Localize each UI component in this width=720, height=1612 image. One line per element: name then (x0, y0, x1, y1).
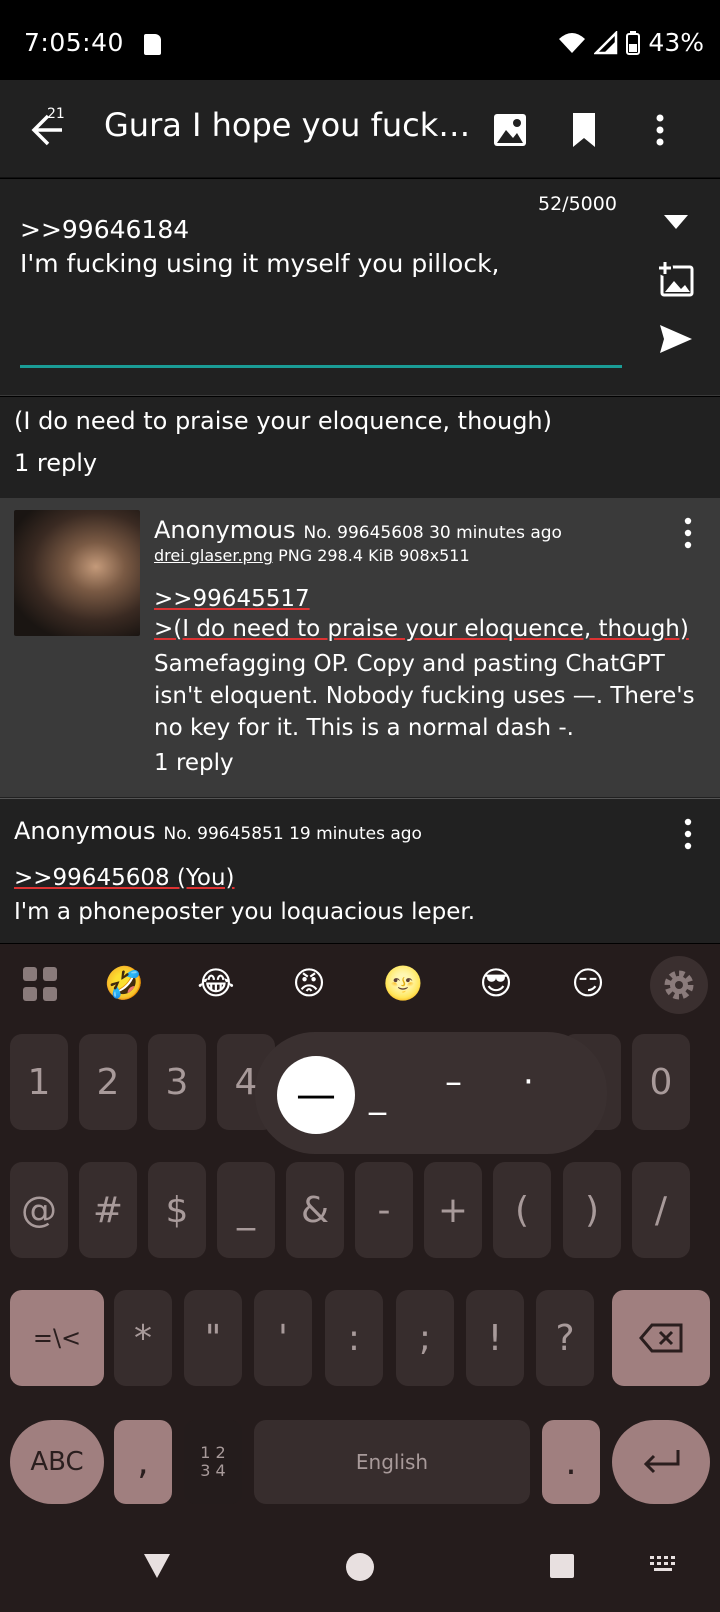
post-meta: No. 99645851 19 minutes ago (163, 824, 422, 844)
post-menu-icon[interactable] (678, 516, 698, 550)
emoji-suggestion[interactable]: 🌝 (381, 964, 425, 1002)
keyboard-settings-button[interactable] (650, 956, 708, 1014)
abc-key[interactable]: ABC (10, 1420, 104, 1504)
numpad-label-bottom: 3 4 (200, 1461, 226, 1480)
sd-card-icon (144, 34, 161, 55)
emoji-suggestion[interactable]: 🤣 (102, 964, 146, 1002)
battery-percent: 43% (648, 28, 704, 57)
quote-link[interactable]: >>99645608 (You) (14, 865, 235, 891)
emoji-suggestion[interactable]: 😡 (287, 964, 331, 1002)
key-open-paren[interactable]: ( (493, 1162, 551, 1258)
file-name-link[interactable]: drei glaser.png (154, 546, 273, 565)
key-2[interactable]: 2 (79, 1034, 137, 1130)
post-reply[interactable]: Anonymous No. 99645851 19 minutes ago >>9… (0, 798, 720, 943)
image-gallery-icon[interactable] (490, 110, 530, 150)
post-op-tail[interactable]: (I do need to praise your eloquence, tho… (0, 397, 720, 497)
key-dollar[interactable]: $ (148, 1162, 206, 1258)
key-period[interactable]: . (542, 1420, 600, 1504)
replies-link[interactable]: 1 reply (154, 750, 234, 776)
key-semicolon[interactable]: ; (396, 1290, 454, 1386)
gear-icon (664, 970, 694, 1000)
keyboard-switcher-icon[interactable] (650, 1556, 676, 1574)
post-thumbnail[interactable] (14, 510, 140, 636)
grid-menu-icon[interactable] (22, 966, 58, 1002)
key-1[interactable]: 1 (10, 1034, 68, 1130)
emoji-suggestion[interactable]: 😎 (474, 964, 518, 1002)
post-body: Samefagging OP. Copy and pasting ChatGPT… (154, 651, 695, 741)
key-double-quote[interactable]: " (184, 1290, 242, 1386)
key-at[interactable]: @ (10, 1162, 68, 1258)
key-colon[interactable]: : (325, 1290, 383, 1386)
key-exclamation[interactable]: ! (466, 1290, 524, 1386)
enter-key[interactable] (612, 1420, 710, 1504)
key-3[interactable]: 3 (148, 1034, 206, 1130)
file-info: drei glaser.png PNG 298.4 KiB 908x511 (154, 546, 470, 565)
key-slash[interactable]: / (632, 1162, 690, 1258)
post-header: Anonymous No. 99645608 30 minutes ago (154, 516, 562, 544)
post-body: (I do need to praise your eloquence, tho… (14, 407, 552, 435)
middle-dot-option[interactable]: · (523, 1062, 534, 1102)
clock: 7:05:40 (24, 28, 124, 57)
post-menu-icon[interactable] (678, 817, 698, 851)
key-plus[interactable]: + (424, 1162, 482, 1258)
thread-toolbar: 21 Gura I hope you fucki... (0, 80, 720, 178)
quote-link[interactable]: >>99645517 (154, 586, 310, 612)
key-hash[interactable]: # (79, 1162, 137, 1258)
reply-composer: 52/5000 >>99646184 I'm fucking using it … (0, 179, 720, 396)
emoji-suggestion[interactable]: 😏 (566, 964, 610, 1002)
numpad-key[interactable]: 1 2 3 4 (184, 1420, 242, 1504)
enter-icon (643, 1450, 680, 1474)
greentext-quote: >(I do need to praise your eloquence, th… (154, 616, 689, 642)
poster-name: Anonymous (14, 817, 156, 845)
reply-text-input[interactable]: >>99646184 I'm fucking using it myself y… (20, 213, 500, 281)
key-question[interactable]: ? (536, 1290, 594, 1386)
navigation-bar (0, 1522, 720, 1612)
send-icon[interactable] (656, 319, 696, 359)
underscore-option[interactable]: _ (369, 1076, 386, 1116)
backspace-key[interactable] (612, 1290, 710, 1386)
key-single-quote[interactable]: ' (254, 1290, 312, 1386)
unread-badge: 21 (47, 106, 65, 122)
post-list: (I do need to praise your eloquence, tho… (0, 397, 720, 943)
key-ampersand[interactable]: & (286, 1162, 344, 1258)
key-close-paren[interactable]: ) (563, 1162, 621, 1258)
more-symbols-key[interactable]: =\< (10, 1290, 104, 1386)
status-icons: 43% (558, 28, 704, 57)
replies-link[interactable]: 1 reply (14, 449, 97, 477)
overflow-menu-icon[interactable] (640, 110, 680, 150)
emoji-suggestion[interactable]: 😂 (194, 964, 238, 1002)
post-highlighted[interactable]: Anonymous No. 99645608 30 minutes ago dre… (0, 498, 720, 797)
character-counter: 52/5000 (538, 193, 617, 215)
numpad-label-top: 1 2 (200, 1443, 226, 1462)
post-body: I'm a phoneposter you loquacious leper. (14, 899, 476, 925)
attach-image-icon[interactable] (656, 259, 696, 299)
key-underscore[interactable]: _ (217, 1162, 275, 1258)
nav-home-icon[interactable] (344, 1551, 376, 1583)
status-bar: 7:05:40 43% (0, 0, 720, 80)
thread-title[interactable]: Gura I hope you fucki... (104, 106, 476, 144)
nav-back-icon[interactable] (142, 1552, 172, 1580)
em-dash-option[interactable]: — (277, 1056, 355, 1134)
dash-variants-popup: — _ – · (255, 1032, 607, 1154)
key-0[interactable]: 0 (632, 1034, 690, 1130)
post-meta: No. 99645608 30 minutes ago (303, 523, 562, 543)
backspace-icon (639, 1323, 683, 1353)
file-details: PNG 298.4 KiB 908x511 (278, 546, 470, 565)
en-dash-option[interactable]: – (445, 1062, 462, 1102)
emoji-suggestion-row: 🤣 😂 😡 🌝 😎 😏 (0, 944, 720, 1026)
soft-keyboard: 🤣 😂 😡 🌝 😎 😏 1 2 3 4 9 0 — _ – · @ # $ _ … (0, 944, 720, 1522)
input-underline (20, 365, 622, 368)
nav-recents-icon[interactable] (549, 1553, 575, 1579)
key-comma[interactable]: , (114, 1420, 172, 1504)
key-asterisk[interactable]: * (114, 1290, 172, 1386)
battery-icon (626, 30, 641, 55)
signal-icon (594, 30, 618, 54)
key-dash[interactable]: - (355, 1162, 413, 1258)
wifi-icon (559, 32, 586, 53)
post-header: Anonymous No. 99645851 19 minutes ago (14, 817, 422, 845)
collapse-chevron-icon[interactable] (656, 201, 696, 241)
bookmark-icon[interactable] (564, 110, 604, 150)
space-key[interactable]: English (254, 1420, 530, 1504)
poster-name: Anonymous (154, 516, 296, 544)
